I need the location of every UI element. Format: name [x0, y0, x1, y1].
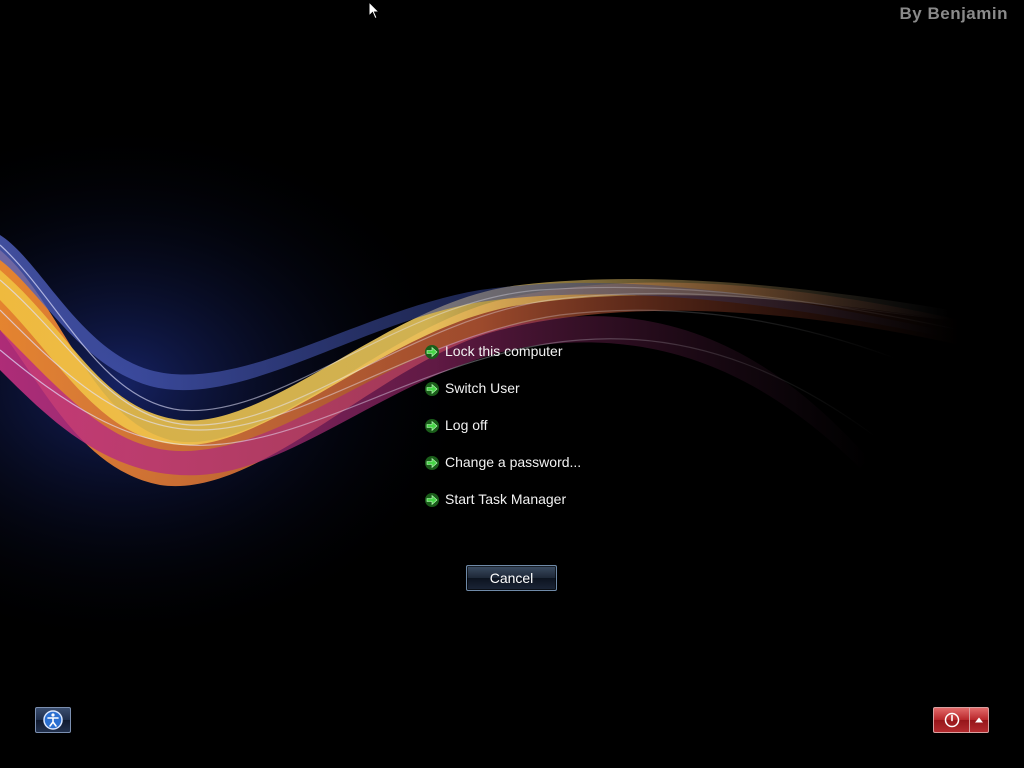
- secure-desktop-screen: By Benjamin Lock this computer Switch Us…: [0, 0, 1024, 768]
- switch-user-label: Switch User: [445, 380, 520, 396]
- start-task-manager-label: Start Task Manager: [445, 491, 567, 507]
- start-task-manager-option[interactable]: Start Task Manager: [424, 489, 684, 510]
- green-arrow-icon: [425, 492, 439, 507]
- ease-of-access-icon: [43, 710, 63, 730]
- power-icon: [944, 712, 959, 728]
- ease-of-access-button[interactable]: [35, 707, 71, 733]
- shut-down-options-button[interactable]: [969, 707, 989, 733]
- cancel-button[interactable]: Cancel: [466, 565, 557, 591]
- lock-computer-label: Lock this computer: [445, 343, 563, 359]
- log-off-option[interactable]: Log off: [424, 415, 684, 436]
- lock-computer-option[interactable]: Lock this computer: [424, 341, 684, 362]
- log-off-label: Log off: [445, 417, 488, 433]
- green-arrow-icon: [425, 418, 439, 433]
- mouse-pointer-icon: [368, 1, 380, 20]
- shut-down-button[interactable]: [933, 707, 969, 733]
- power-control-group: [933, 707, 989, 733]
- green-arrow-icon: [425, 344, 439, 359]
- change-password-option[interactable]: Change a password...: [424, 452, 684, 473]
- green-arrow-icon: [425, 381, 439, 396]
- options-menu: Lock this computer Switch User Log off C…: [424, 341, 684, 526]
- switch-user-option[interactable]: Switch User: [424, 378, 684, 399]
- green-arrow-icon: [425, 455, 439, 470]
- change-password-label: Change a password...: [445, 454, 582, 470]
- watermark-text: By Benjamin: [899, 4, 1008, 23]
- caret-up-icon: [975, 717, 983, 723]
